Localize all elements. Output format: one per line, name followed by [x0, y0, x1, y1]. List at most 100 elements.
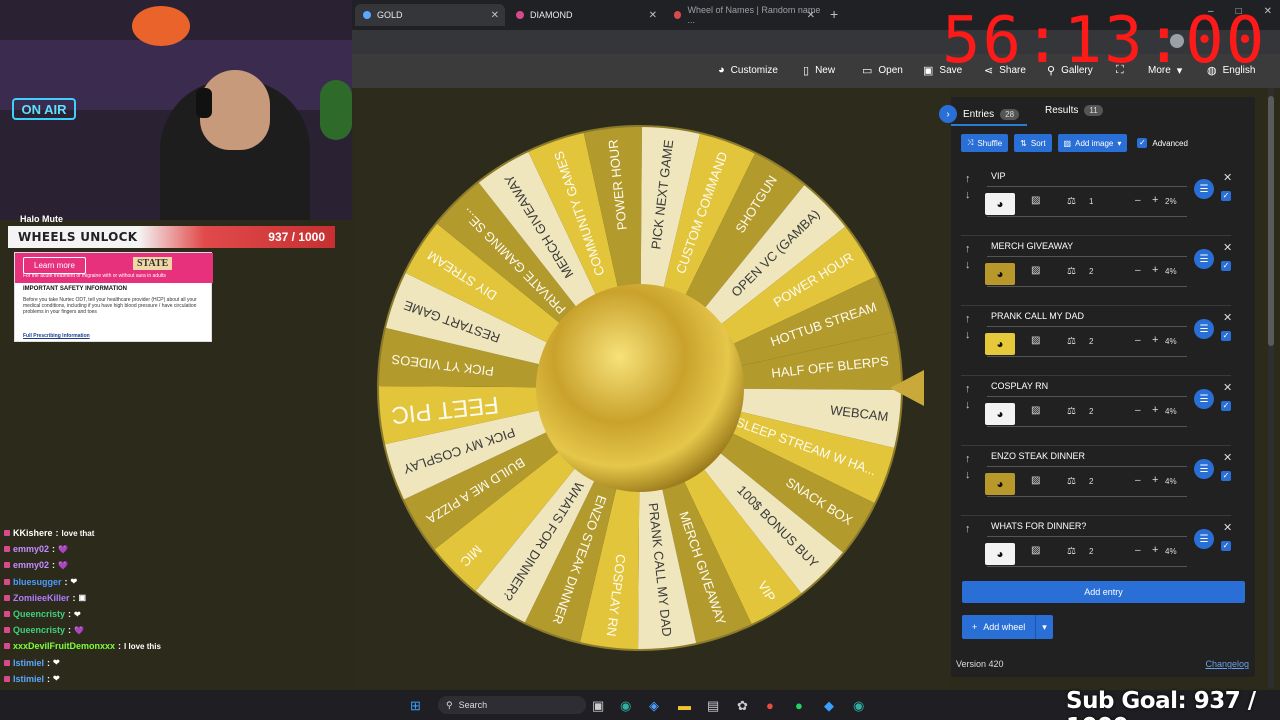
new-button[interactable]: ▯ New: [803, 64, 835, 77]
delete-entry-icon[interactable]: ✕: [1223, 381, 1232, 394]
chat-username[interactable]: Queencristy: [13, 609, 65, 619]
color-swatch[interactable]: ◕: [985, 193, 1015, 215]
ad-prescribing-link[interactable]: Full Prescribing Information: [23, 333, 90, 339]
advertisement[interactable]: Learn more STATE For the acute treatment…: [14, 252, 213, 342]
delete-entry-icon[interactable]: ✕: [1223, 451, 1232, 464]
image-icon[interactable]: ▨: [1031, 195, 1040, 206]
entry-enabled-checkbox[interactable]: ✓: [1221, 331, 1231, 341]
decrease-weight-button[interactable]: –: [1135, 545, 1141, 556]
entry-enabled-checkbox[interactable]: ✓: [1221, 541, 1231, 551]
image-icon[interactable]: ▨: [1031, 335, 1040, 346]
arrow-up-icon[interactable]: ↑: [965, 311, 971, 327]
entry-settings-button[interactable]: ☰: [1194, 249, 1214, 269]
arrow-up-icon[interactable]: ↑: [965, 451, 971, 467]
entry-settings-button[interactable]: ☰: [1194, 529, 1214, 549]
close-tab-icon[interactable]: ✕: [649, 10, 657, 21]
sort-button[interactable]: ⇅ Sort: [1014, 134, 1052, 152]
chevron-down-icon[interactable]: ▾: [1036, 622, 1053, 633]
image-icon[interactable]: ▨: [1031, 545, 1040, 556]
entry-settings-button[interactable]: ☰: [1194, 179, 1214, 199]
settings-icon[interactable]: ✿: [737, 698, 748, 714]
decrease-weight-button[interactable]: –: [1135, 195, 1141, 206]
chat-username[interactable]: ZomiieeKiller: [13, 593, 70, 603]
chat-username[interactable]: xxxDevilFruitDemonxxx: [13, 641, 115, 651]
chat-username[interactable]: emmy02: [13, 560, 49, 570]
arrow-down-icon[interactable]: ↓: [965, 187, 971, 203]
entry-name-field[interactable]: PRANK CALL MY DAD: [991, 311, 1084, 321]
ad-learn-more-button[interactable]: Learn more: [23, 257, 86, 274]
decrease-weight-button[interactable]: –: [1135, 405, 1141, 416]
increase-weight-button[interactable]: +: [1152, 334, 1158, 346]
weight-value[interactable]: 2: [1089, 477, 1093, 486]
copilot-icon[interactable]: ◈: [649, 698, 659, 714]
entry-enabled-checkbox[interactable]: ✓: [1221, 261, 1231, 271]
add-image-button[interactable]: ▨ Add image ▾: [1057, 134, 1128, 152]
reorder-arrows[interactable]: ↑ ↓: [965, 381, 971, 413]
entry-settings-button[interactable]: ☰: [1194, 389, 1214, 409]
color-swatch[interactable]: ◕: [985, 543, 1015, 565]
arrow-up-icon[interactable]: ↑: [965, 521, 971, 537]
chrome-icon[interactable]: ●: [766, 698, 774, 713]
arrow-down-icon[interactable]: ↓: [965, 397, 971, 413]
color-swatch[interactable]: ◕: [985, 403, 1015, 425]
increase-weight-button[interactable]: +: [1152, 404, 1158, 416]
checkbox-checked-icon[interactable]: ✓: [1137, 138, 1148, 148]
decrease-weight-button[interactable]: –: [1135, 265, 1141, 276]
scrollbar-thumb[interactable]: [1268, 96, 1274, 346]
customize-button[interactable]: ◕ Customize: [718, 64, 778, 76]
decrease-weight-button[interactable]: –: [1135, 335, 1141, 346]
entry-name-field[interactable]: MERCH GIVEAWAY: [991, 241, 1073, 251]
store-icon[interactable]: ▤: [707, 698, 719, 714]
edge-active-icon[interactable]: ◉: [853, 698, 864, 714]
delete-entry-icon[interactable]: ✕: [1223, 171, 1232, 184]
delete-entry-icon[interactable]: ✕: [1223, 521, 1232, 534]
advanced-toggle[interactable]: ✓ Advanced: [1137, 138, 1188, 148]
taskbar-search[interactable]: ⚲ Search: [438, 696, 586, 714]
close-tab-icon[interactable]: ✕: [807, 10, 815, 21]
reorder-arrows[interactable]: ↑ ↓: [965, 171, 971, 203]
reorder-arrows[interactable]: ↑ ↓: [965, 241, 971, 273]
changelog-link[interactable]: Changelog: [1205, 659, 1249, 669]
arrow-down-icon[interactable]: ↓: [965, 467, 971, 483]
chevron-right-icon[interactable]: ›: [939, 105, 957, 123]
increase-weight-button[interactable]: +: [1152, 474, 1158, 486]
image-icon[interactable]: ▨: [1031, 265, 1040, 276]
entry-enabled-checkbox[interactable]: ✓: [1221, 191, 1231, 201]
entry-name-field[interactable]: VIP: [991, 171, 1006, 181]
weight-value[interactable]: 2: [1089, 407, 1093, 416]
entry-settings-button[interactable]: ☰: [1194, 459, 1214, 479]
chat-username[interactable]: Queencristy: [13, 625, 65, 635]
weight-value[interactable]: 1: [1089, 197, 1093, 206]
color-swatch[interactable]: ◕: [985, 263, 1015, 285]
chat-username[interactable]: KKishere: [13, 528, 53, 538]
wheel-center-hub[interactable]: [536, 284, 744, 492]
chat-username[interactable]: bluesugger: [13, 577, 62, 587]
shuffle-button[interactable]: ⤨ Shuffle: [961, 134, 1009, 152]
task-view-icon[interactable]: ▣: [592, 698, 604, 714]
arrow-down-icon[interactable]: ↓: [965, 327, 971, 343]
entry-enabled-checkbox[interactable]: ✓: [1221, 401, 1231, 411]
increase-weight-button[interactable]: +: [1152, 544, 1158, 556]
increase-weight-button[interactable]: +: [1152, 264, 1158, 276]
reorder-arrows[interactable]: ↑ ↓: [965, 311, 971, 343]
new-tab-icon[interactable]: +: [830, 6, 838, 22]
reorder-arrows[interactable]: ↑: [965, 521, 971, 537]
add-entry-button[interactable]: Add entry: [962, 581, 1245, 603]
tab-wheel-of-names[interactable]: Wheel of Names | Random name ... ✕: [666, 4, 821, 26]
open-button[interactable]: ▭ Open: [862, 64, 903, 77]
tab-diamond[interactable]: DIAMOND ✕: [508, 4, 663, 26]
color-swatch[interactable]: ◕: [985, 333, 1015, 355]
add-wheel-button[interactable]: + Add wheel ▾: [962, 615, 1053, 639]
file-explorer-icon[interactable]: ▬: [678, 698, 691, 713]
color-swatch[interactable]: ◕: [985, 473, 1015, 495]
wheel[interactable]: HALF OFF BLERPSWEBCAMSLEEP STREAM W HA..…: [355, 88, 950, 688]
edge-icon[interactable]: ◉: [620, 698, 631, 714]
arrow-down-icon[interactable]: ↓: [965, 257, 971, 273]
spotify-icon[interactable]: ●: [795, 698, 803, 713]
tab-gold[interactable]: GOLD ✕: [355, 4, 505, 26]
tab-results[interactable]: Results 11: [1045, 105, 1103, 116]
arrow-up-icon[interactable]: ↑: [965, 171, 971, 187]
entry-settings-button[interactable]: ☰: [1194, 319, 1214, 339]
entry-name-field[interactable]: COSPLAY RN: [991, 381, 1048, 391]
chat-username[interactable]: Istimiel: [13, 674, 44, 684]
